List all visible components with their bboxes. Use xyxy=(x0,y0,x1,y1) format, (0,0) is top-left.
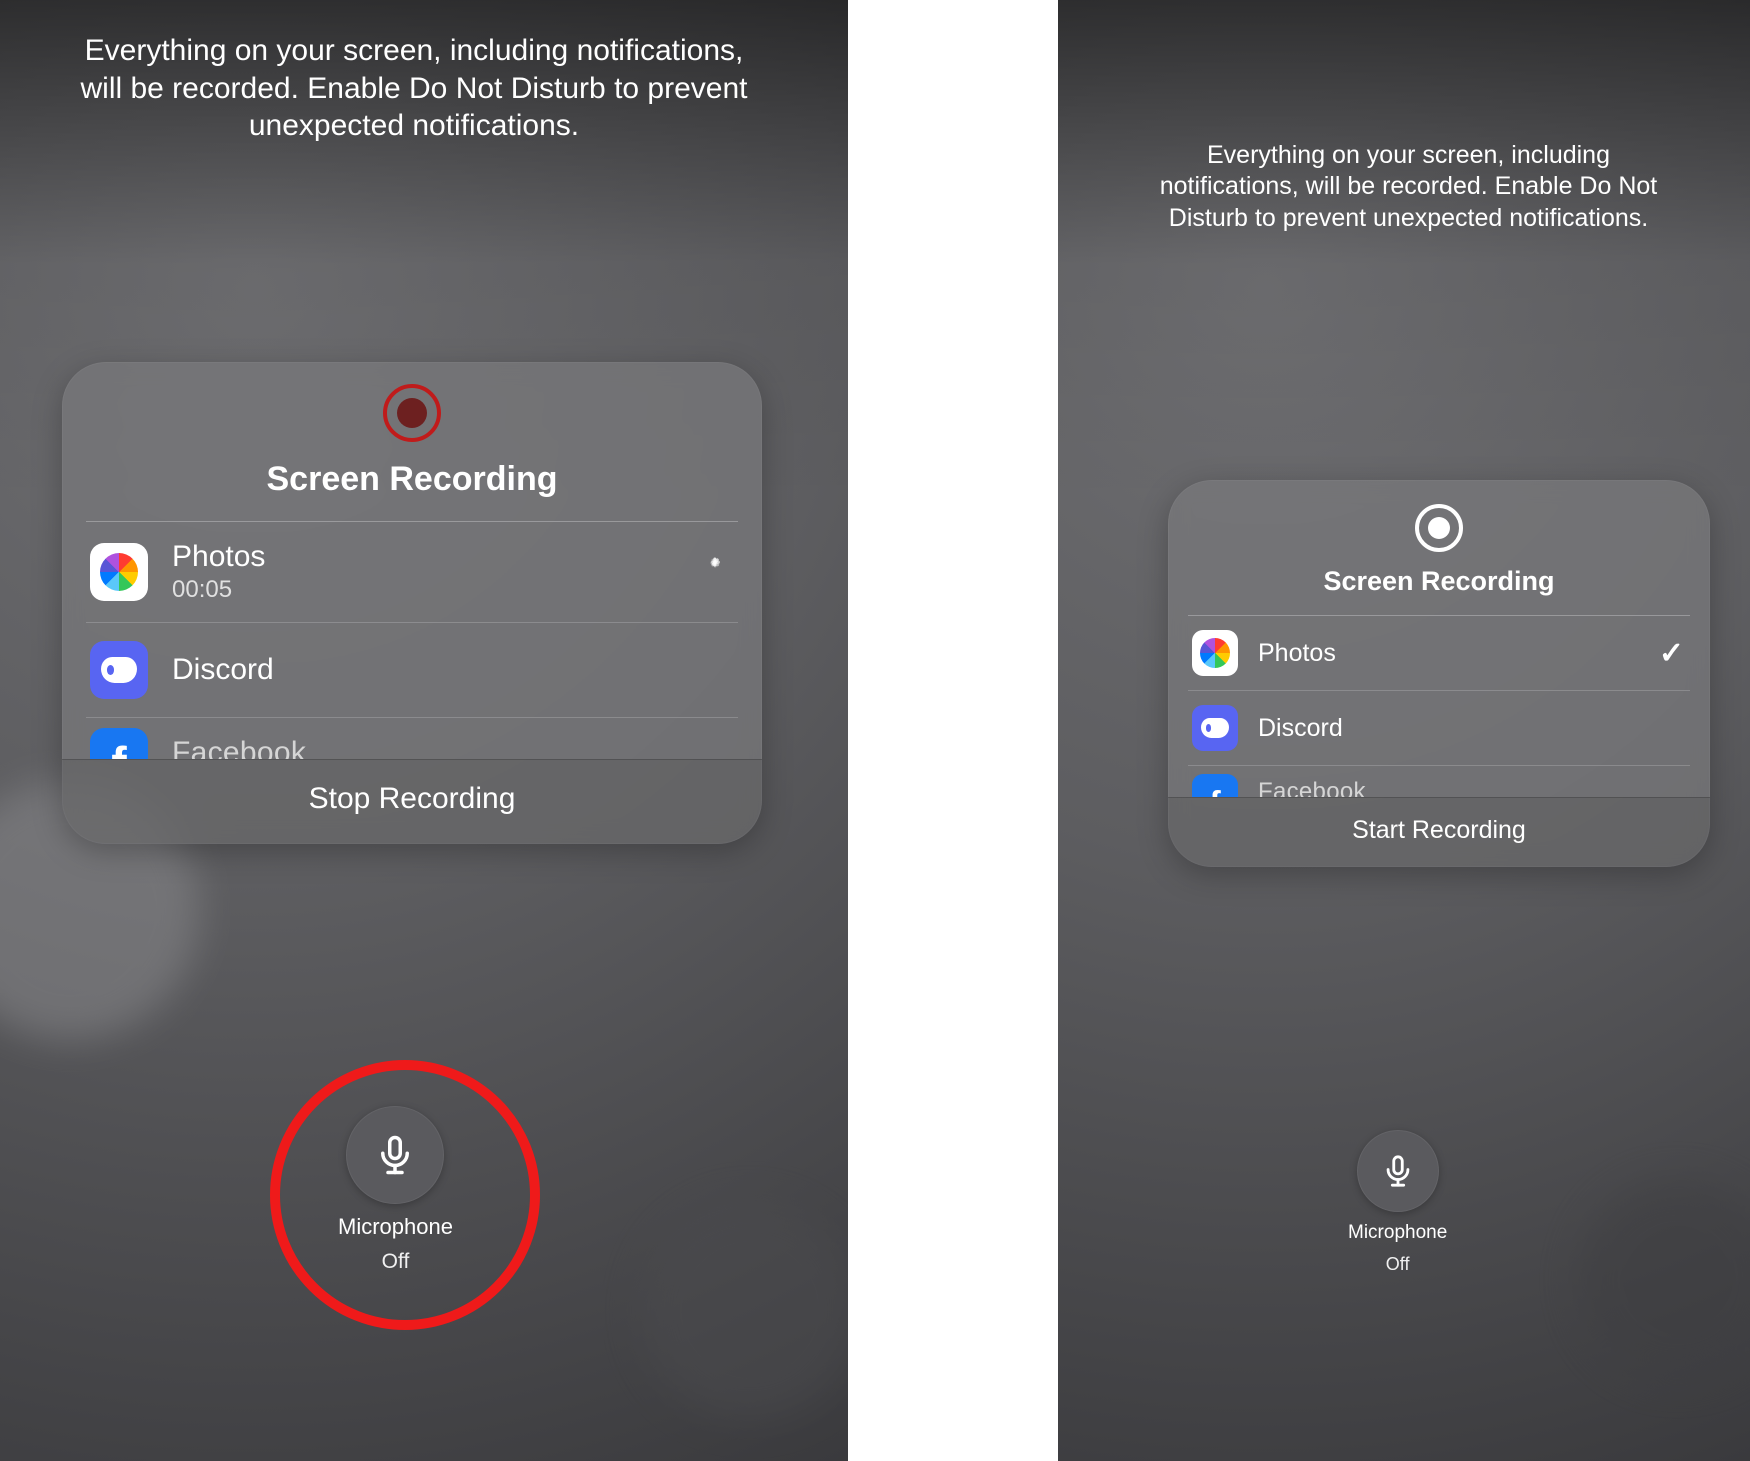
card-header: Screen Recording xyxy=(1168,480,1710,615)
discord-app-icon xyxy=(90,641,148,699)
microphone-icon xyxy=(374,1134,416,1176)
photos-app-icon xyxy=(90,543,148,601)
screen-recording-card: Screen Recording Photos ✓ Discord xyxy=(1168,480,1710,867)
screenshot-separator xyxy=(848,0,1058,1461)
app-name: Facebook xyxy=(172,728,730,759)
microphone-label: Microphone xyxy=(1348,1222,1447,1244)
card-header: Screen Recording xyxy=(62,362,762,521)
microphone-icon xyxy=(1381,1154,1415,1188)
record-indicator-icon xyxy=(383,384,441,442)
microphone-toggle[interactable]: Microphone Off xyxy=(1348,1130,1447,1275)
recording-instruction: Everything on your screen, including not… xyxy=(74,32,754,145)
phone-left-screen: Everything on your screen, including not… xyxy=(0,0,848,1461)
app-name: Photos xyxy=(172,540,700,574)
microphone-state: Off xyxy=(1386,1254,1410,1275)
destination-app-list[interactable]: Photos 00:05 xyxy=(62,521,762,759)
microphone-button[interactable] xyxy=(1357,1130,1439,1212)
phone-right-screen: Everything on your screen, including not… xyxy=(1058,0,1750,1461)
loading-spinner-icon xyxy=(700,557,730,587)
list-item[interactable]: Discord xyxy=(86,622,738,717)
discord-app-icon xyxy=(1192,705,1238,751)
microphone-label: Microphone xyxy=(338,1214,453,1240)
start-recording-button[interactable]: Start Recording xyxy=(1168,797,1710,867)
record-indicator-icon xyxy=(1415,504,1463,552)
destination-app-list[interactable]: Photos ✓ Discord Facebook xyxy=(1168,615,1710,797)
microphone-state: Off xyxy=(382,1250,410,1274)
facebook-app-icon xyxy=(90,728,148,759)
recording-instruction: Everything on your screen, including not… xyxy=(1136,140,1681,234)
microphone-toggle[interactable]: Microphone Off xyxy=(338,1106,453,1274)
card-title: Screen Recording xyxy=(267,460,558,499)
recording-timer: 00:05 xyxy=(172,576,700,604)
checkmark-icon: ✓ xyxy=(1659,636,1684,671)
app-name: Photos xyxy=(1258,639,1659,668)
list-item[interactable]: Facebook xyxy=(86,717,738,759)
list-item[interactable]: Discord xyxy=(1188,690,1690,765)
photos-app-icon xyxy=(1192,630,1238,676)
list-item[interactable]: Facebook xyxy=(1188,765,1690,797)
microphone-button[interactable] xyxy=(346,1106,444,1204)
list-item[interactable]: Photos ✓ xyxy=(1188,615,1690,690)
app-name: Discord xyxy=(172,653,730,687)
card-title: Screen Recording xyxy=(1323,566,1554,597)
list-item[interactable]: Photos 00:05 xyxy=(86,521,738,622)
app-name: Facebook xyxy=(1258,774,1684,797)
stop-recording-button[interactable]: Stop Recording xyxy=(62,759,762,844)
app-name: Discord xyxy=(1258,714,1684,743)
screen-recording-card: Screen Recording Photos 00:05 xyxy=(62,362,762,844)
facebook-app-icon xyxy=(1192,774,1238,797)
